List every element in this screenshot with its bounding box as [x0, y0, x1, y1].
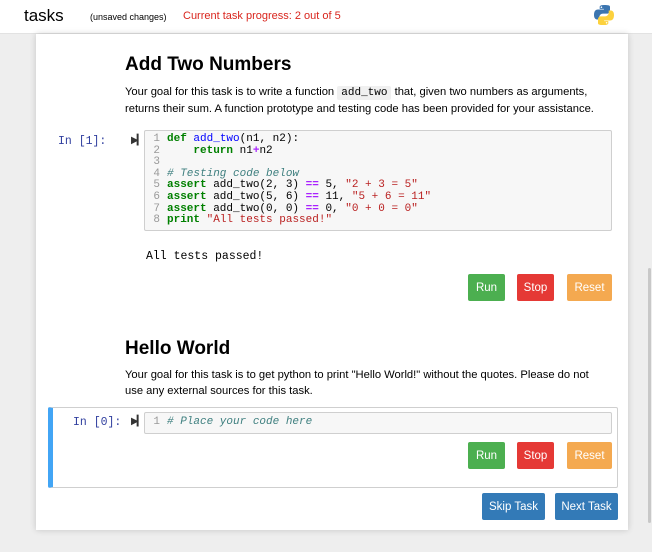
cell-prompt-1: In [1]:: [58, 135, 107, 148]
task-description-add-two: Your goal for this task is to write a fu…: [125, 84, 595, 117]
next-task-button[interactable]: Next Task: [555, 493, 618, 520]
task-progress: Current task progress: 2 out of 5: [183, 10, 341, 22]
unsaved-indicator: (unsaved changes): [90, 12, 167, 22]
task-title-add-two: Add Two Numbers: [125, 54, 292, 75]
task-description-hello-world: Your goal for this task is to get python…: [125, 369, 589, 397]
run-cell-icon[interactable]: ▶▎: [131, 135, 144, 146]
run-cell-icon[interactable]: ▶▎: [131, 416, 144, 427]
cell-prompt-2: In [0]:: [73, 416, 122, 429]
app-name: tasks: [24, 6, 64, 25]
run-button-2[interactable]: Run: [468, 442, 505, 469]
code-cell-2[interactable]: In [0]: ▶▎ 1 # Place your code here Run S…: [48, 407, 618, 488]
desc-text-before: Your goal for this task is to write a fu…: [125, 86, 338, 98]
code-editor-2[interactable]: 1 # Place your code here: [144, 412, 612, 434]
page-scrollbar[interactable]: [648, 268, 651, 523]
run-button-1[interactable]: Run: [468, 274, 505, 301]
code-line: 8 print "All tests passed!": [153, 214, 333, 227]
notebook-panel: Add Two Numbers Your goal for this task …: [36, 34, 628, 530]
task-title-hello-world: Hello World: [125, 338, 231, 359]
code-line: 2 return n1+n2: [153, 144, 273, 157]
code-placeholder: # Place your code here: [167, 416, 313, 428]
python-logo-icon: [594, 5, 614, 25]
cell-output-1: All tests passed!: [146, 250, 264, 263]
reset-button-2[interactable]: Reset: [567, 442, 612, 469]
stop-button-1[interactable]: Stop: [517, 274, 554, 301]
skip-task-button[interactable]: Skip Task: [482, 493, 545, 520]
top-bar: tasks (unsaved changes) Current task pro…: [0, 0, 652, 34]
code-line: 1 # Place your code here: [153, 416, 313, 428]
code-editor-1[interactable]: 1 def add_two(n1, n2): 2 return n1+n2 3 4…: [144, 130, 612, 231]
desc-inline-code: add_two: [337, 86, 392, 100]
stop-button-2[interactable]: Stop: [517, 442, 554, 469]
reset-button-1[interactable]: Reset: [567, 274, 612, 301]
